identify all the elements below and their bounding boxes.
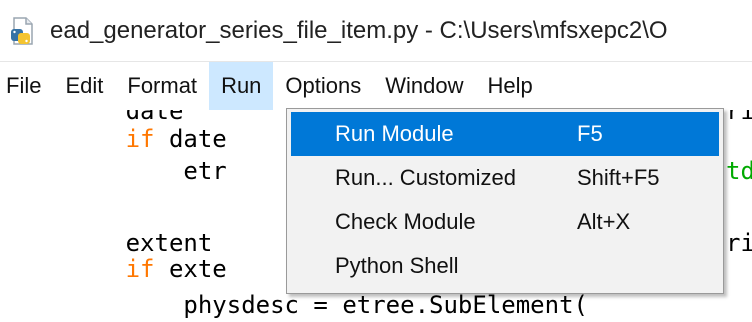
menu-item-shortcut: Shift+F5: [577, 165, 660, 190]
menu-item-check-module[interactable]: Check Module Alt+X: [291, 200, 719, 244]
menu-run[interactable]: Run: [209, 62, 274, 110]
code-fragment-right: td: [726, 157, 752, 185]
code-line-6: if exte: [10, 254, 227, 284]
menu-window[interactable]: Window: [373, 62, 475, 110]
menu-item-run-customized[interactable]: Run... Customized Shift+F5: [291, 156, 719, 200]
menu-item-shortcut: F5: [577, 121, 603, 146]
title-bar[interactable]: ead_generator_series_file_item.py - C:\U…: [0, 0, 752, 62]
window-title: ead_generator_series_file_item.py - C:\U…: [50, 16, 668, 44]
code-text: date: [125, 110, 184, 125]
code-text: etr: [183, 157, 227, 185]
menu-bar: File Edit Format Run Options Window Help: [0, 62, 752, 110]
code-fragment-right: ri: [726, 110, 752, 125]
menu-item-python-shell[interactable]: Python Shell: [291, 244, 719, 288]
code-text: exte: [154, 255, 227, 283]
menu-item-label: Python Shell: [335, 253, 459, 278]
menu-help[interactable]: Help: [476, 62, 545, 110]
code-fragment-right: ri: [726, 229, 752, 257]
menu-format[interactable]: Format: [115, 62, 209, 110]
code-line-7: physdesc = etree.SubElement(: [10, 290, 588, 320]
menu-file[interactable]: File: [0, 62, 53, 110]
code-text: extent: [125, 229, 213, 257]
menu-item-label: Check Module: [335, 209, 476, 234]
code-text: physdesc = etree.SubElement(: [183, 291, 588, 319]
run-menu-dropdown: Run Module F5 Run... Customized Shift+F5…: [286, 108, 724, 294]
keyword-if: if: [125, 255, 155, 283]
code-line-3: etr: [10, 156, 227, 186]
menu-edit[interactable]: Edit: [53, 62, 115, 110]
menu-item-label: Run... Customized: [335, 165, 516, 190]
menu-options[interactable]: Options: [273, 62, 373, 110]
code-text: date: [154, 125, 227, 153]
python-file-icon: [6, 14, 40, 48]
idle-editor-window: ead_generator_series_file_item.py - C:\U…: [0, 0, 752, 322]
menu-item-shortcut: Alt+X: [577, 209, 631, 234]
menu-item-run-module[interactable]: Run Module F5: [291, 112, 719, 156]
keyword-if: if: [125, 125, 155, 153]
menu-item-label: Run Module: [335, 121, 454, 146]
code-line-2: if date: [10, 124, 227, 154]
